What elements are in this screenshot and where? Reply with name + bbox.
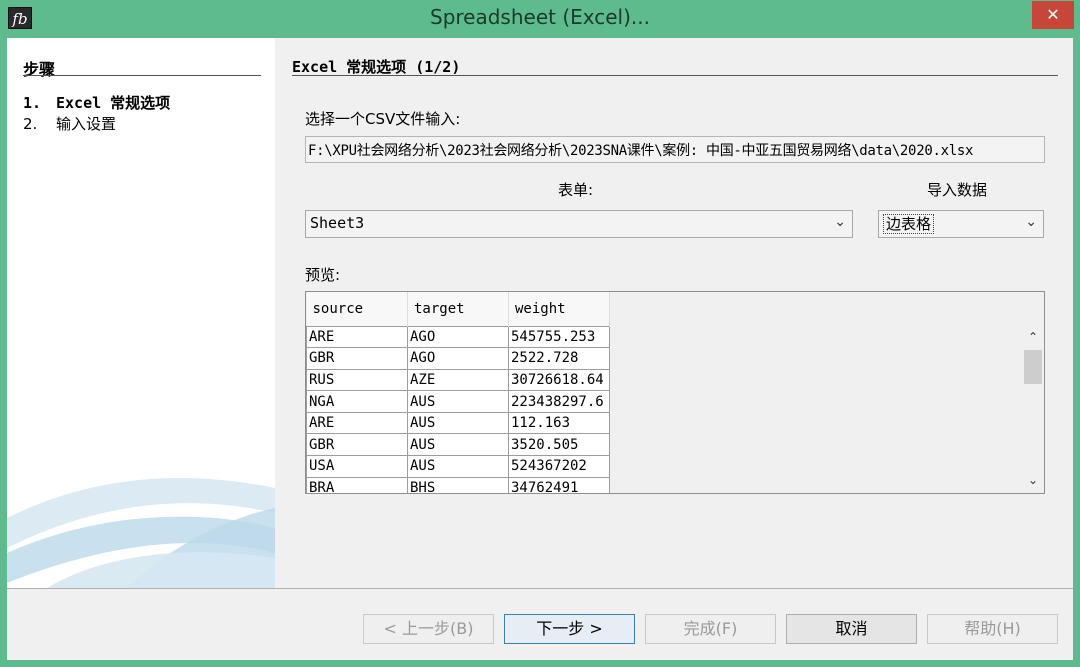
chevron-down-icon: ⌄	[834, 214, 846, 230]
preview-label: 预览:	[305, 266, 341, 284]
steps-divider	[23, 75, 261, 76]
table-row: GBR AUS 3520.505	[306, 433, 610, 457]
window-title: Spreadsheet (Excel)...	[430, 5, 650, 29]
table-row: NGA AUS 223438297.6	[306, 390, 610, 413]
steps-title: 步骤	[23, 60, 56, 79]
table-cell: 34762491	[508, 476, 610, 493]
table-cell: 545755.253	[508, 325, 610, 349]
chevron-up-icon[interactable]: ⌃	[1022, 330, 1044, 348]
vertical-scrollbar[interactable]: ⌃ ⌄	[1022, 326, 1044, 493]
table-cell: 524367202	[508, 455, 610, 478]
table-cell: 223438297.6	[508, 390, 610, 413]
title-bar[interactable]: fb Spreadsheet (Excel)... ✕	[0, 0, 1080, 38]
steps-list: 1. Excel 常规选项 2. 输入设置	[23, 92, 170, 134]
step-number: 2.	[23, 115, 38, 133]
sheet-label: 表单:	[558, 181, 594, 199]
decorative-swoosh-graphic	[7, 478, 275, 588]
table-cell: AGO	[407, 347, 509, 370]
chevron-down-icon: ⌄	[1025, 214, 1037, 230]
table-cell: 112.163	[508, 411, 610, 435]
wizard-dialog: 步骤 1. Excel 常规选项 2. 输入设置 Excel 常规选项 (1/2) …	[7, 38, 1073, 660]
table-cell: BRA	[306, 476, 408, 493]
table-cell: AZE	[407, 368, 509, 392]
step-number: 1.	[23, 94, 42, 112]
table-cell: 3520.505	[508, 433, 610, 457]
table-cell: USA	[306, 455, 408, 478]
table-cell: AGO	[407, 325, 509, 349]
table-cell: AUS	[407, 411, 509, 435]
import-data-label: 导入数据	[927, 181, 988, 199]
finish-button[interactable]: 完成(F)	[645, 614, 776, 644]
title-divider	[292, 75, 1058, 76]
import-type-select[interactable]: 边表格 ⌄	[878, 210, 1044, 238]
file-path-field[interactable]: F:\XPU社会网络分析\2023社会网络分析\2023SNA课件\案例: 中国…	[305, 136, 1045, 163]
sheet-select-value: Sheet3	[310, 214, 365, 232]
step-item-1: 1. Excel 常规选项	[23, 92, 170, 113]
column-header[interactable]: target	[407, 292, 509, 326]
table-row: ARE AGO 545755.253	[306, 325, 610, 349]
table-cell: GBR	[306, 433, 408, 457]
table-cell: AUS	[407, 390, 509, 413]
table-row: USA AUS 524367202	[306, 455, 610, 478]
next-button[interactable]: 下一步 >	[504, 614, 635, 644]
table-row: RUS AZE 30726618.64	[306, 368, 610, 392]
import-type-value: 边表格	[883, 214, 935, 234]
table-cell: 2522.728	[508, 347, 610, 370]
table-cell: 30726618.64	[508, 368, 610, 392]
steps-panel: 步骤 1. Excel 常规选项 2. 输入设置	[7, 38, 275, 588]
table-cell: RUS	[306, 368, 408, 392]
footer-divider	[7, 588, 1073, 589]
cancel-button[interactable]: 取消	[786, 614, 917, 644]
step-item-2: 2. 输入设置	[23, 113, 170, 134]
table-cell: ARE	[306, 325, 408, 349]
table-cell: AUS	[407, 455, 509, 478]
sheet-select[interactable]: Sheet3 ⌄	[305, 210, 853, 238]
step-label: 输入设置	[56, 115, 117, 133]
table-cell: AUS	[407, 433, 509, 457]
preview-table-container[interactable]: source target weight ARE AGO 545755.253 GB…	[305, 291, 1045, 494]
chevron-down-icon[interactable]: ⌄	[1022, 473, 1044, 491]
page-title: Excel 常规选项 (1/2)	[292, 58, 461, 76]
preview-table: source target weight ARE AGO 545755.253 GB…	[306, 292, 610, 493]
table-cell: GBR	[306, 347, 408, 370]
column-header[interactable]: weight	[508, 292, 610, 326]
table-row: ARE AUS 112.163	[306, 411, 610, 435]
table-header-row: source target weight	[306, 292, 610, 326]
csv-file-label: 选择一个CSV文件输入:	[305, 110, 461, 128]
table-cell: ARE	[306, 411, 408, 435]
column-header[interactable]: source	[306, 292, 408, 326]
close-icon: ✕	[1046, 5, 1060, 24]
table-cell: BHS	[407, 476, 509, 493]
close-button[interactable]: ✕	[1032, 1, 1074, 29]
table-row: BRA BHS 34762491	[306, 476, 610, 493]
table-row: GBR AGO 2522.728	[306, 347, 610, 370]
table-cell: NGA	[306, 390, 408, 413]
scrollbar-thumb[interactable]	[1024, 350, 1042, 384]
step-label: Excel 常规选项	[56, 94, 171, 112]
help-button[interactable]: 帮助(H)	[927, 614, 1058, 644]
back-button[interactable]: < 上一步(B)	[363, 614, 494, 644]
